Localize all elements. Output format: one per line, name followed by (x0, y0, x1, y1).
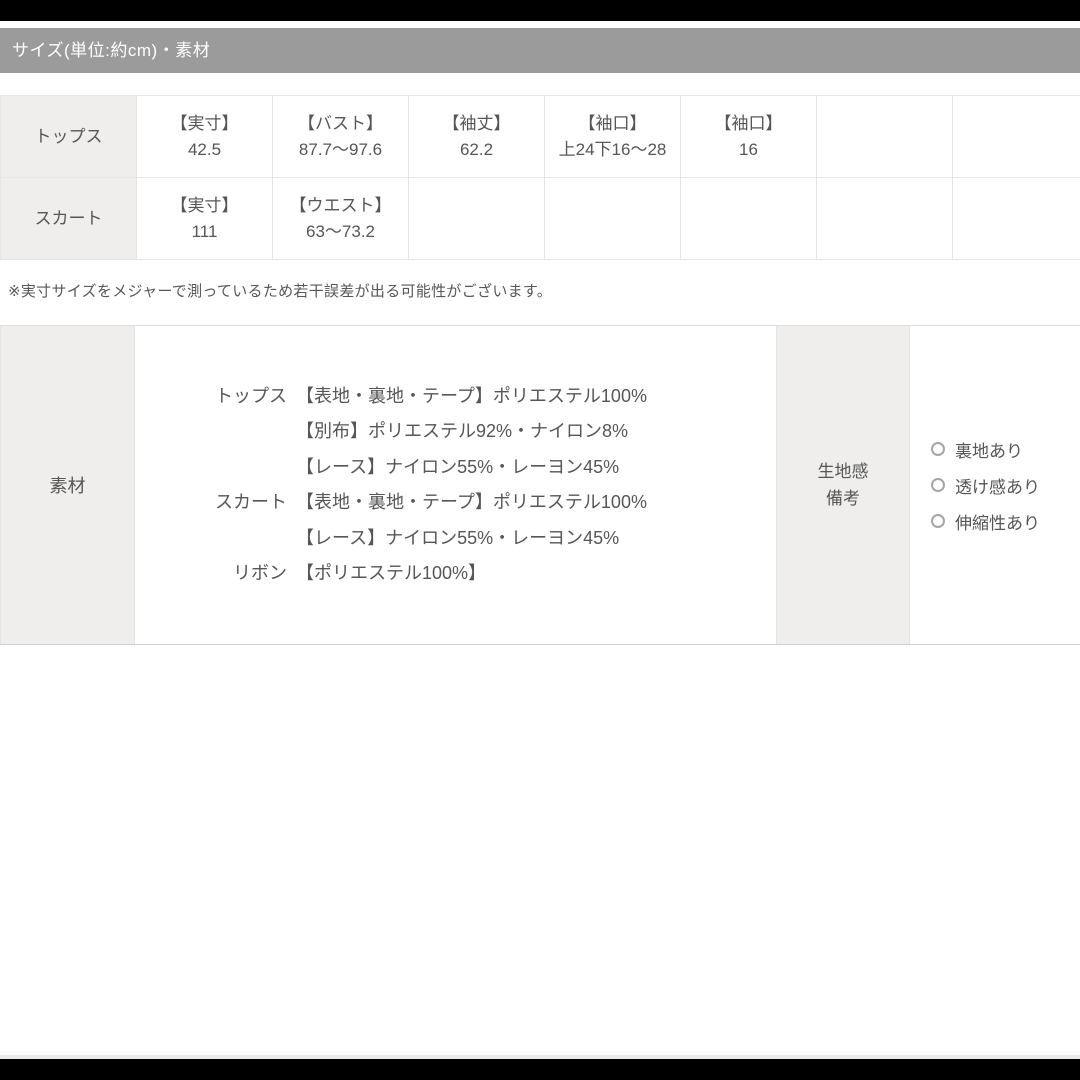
circle-outline-icon (931, 478, 945, 492)
size-cell-jissun: 【実寸】 42.5 (137, 96, 273, 178)
list-item-sheerness: 透け感あり (931, 467, 1080, 503)
size-cell-value: 16 (681, 137, 816, 163)
material-line-label (135, 450, 287, 486)
fabric-note-text: 透け感あり (955, 473, 1040, 498)
size-cell-cuff-1: 【袖口】 上24下16〜28 (545, 96, 681, 178)
size-cell-value: 上24下16〜28 (545, 137, 680, 163)
fabric-notes-list: 裏地あり 透け感あり 伸縮性あり (910, 326, 1080, 644)
fabric-notes-header: 生地感 備考 (777, 326, 910, 644)
material-lines: トップス 【表地・裏地・テープ】ポリエステル100% 【別布】ポリエステル92%… (135, 379, 776, 592)
size-cell-sleeve-length: 【袖丈】 62.2 (409, 96, 545, 178)
list-item-lining: 裏地あり (931, 431, 1080, 467)
size-row-header-tops: トップス (1, 96, 137, 178)
size-cell-empty (409, 178, 545, 260)
size-cell-empty (817, 178, 953, 260)
material-line-detail: 【別布】ポリエステル92%・ナイロン8% (296, 414, 776, 450)
material-line-detail: 【ポリエステル100%】 (296, 556, 776, 592)
material-line-label: トップス (135, 379, 287, 415)
size-cell-bust: 【バスト】 87.7〜97.6 (273, 96, 409, 178)
material-content-cell: トップス 【表地・裏地・テープ】ポリエステル100% 【別布】ポリエステル92%… (135, 326, 777, 644)
table-row-skirt: スカート 【実寸】 111 【ウエスト】 63〜73.2 (1, 178, 1080, 260)
size-cell-label: 【袖口】 (681, 111, 816, 137)
size-cell-empty (545, 178, 681, 260)
fabric-note-text: 裏地あり (955, 437, 1023, 462)
size-cell-empty (817, 96, 953, 178)
size-cell-empty (681, 178, 817, 260)
size-cell-value: 62.2 (409, 137, 544, 163)
fabric-notes-header-line2: 備考 (826, 485, 860, 512)
material-line-detail: 【表地・裏地・テープ】ポリエステル100% (296, 379, 776, 415)
size-row-header-skirt: スカート (1, 178, 137, 260)
size-cell-value: 63〜73.2 (273, 219, 408, 245)
size-table: トップス 【実寸】 42.5 【バスト】 87.7〜97.6 【袖丈】 62.2… (0, 95, 1080, 260)
size-cell-cuff-2: 【袖口】 16 (681, 96, 817, 178)
bottom-letterbox-bar (0, 1059, 1080, 1080)
fabric-notes-header-line1: 生地感 (818, 458, 869, 485)
material-line-detail: 【レース】ナイロン55%・レーヨン45% (296, 521, 776, 557)
size-cell-waist: 【ウエスト】 63〜73.2 (273, 178, 409, 260)
circle-outline-icon (931, 442, 945, 456)
table-row-tops: トップス 【実寸】 42.5 【バスト】 87.7〜97.6 【袖丈】 62.2… (1, 96, 1080, 178)
top-letterbox-bar (0, 0, 1080, 21)
material-line-label (135, 521, 287, 557)
size-cell-label: 【ウエスト】 (273, 193, 408, 219)
material-row-header: 素材 (0, 326, 135, 644)
section-title: サイズ(単位:約cm)・素材 (12, 41, 210, 60)
material-line-detail: 【表地・裏地・テープ】ポリエステル100% (296, 485, 776, 521)
size-cell-label: 【実寸】 (137, 193, 272, 219)
size-cell-value: 42.5 (137, 137, 272, 163)
circle-outline-icon (931, 514, 945, 528)
size-cell-empty (953, 96, 1080, 178)
fabric-note-text: 伸縮性あり (955, 509, 1040, 534)
size-cell-label: 【実寸】 (137, 111, 272, 137)
section-title-bar: サイズ(単位:約cm)・素材 (0, 28, 1080, 73)
size-cell-jissun: 【実寸】 111 (137, 178, 273, 260)
size-cell-empty (953, 178, 1080, 260)
material-line-label (135, 414, 287, 450)
size-cell-label: 【袖丈】 (409, 111, 544, 137)
material-line-label: スカート (135, 485, 287, 521)
material-line-detail: 【レース】ナイロン55%・レーヨン45% (296, 450, 776, 486)
list-item-stretch: 伸縮性あり (931, 503, 1080, 539)
size-cell-label: 【袖口】 (545, 111, 680, 137)
material-line-label: リボン (135, 556, 287, 592)
size-cell-value: 87.7〜97.6 (273, 137, 408, 163)
size-cell-label: 【バスト】 (273, 111, 408, 137)
measurement-disclaimer: ※実寸サイズをメジャーで測っているため若干誤差が出る可能性がございます。 (8, 280, 552, 301)
size-cell-value: 111 (137, 219, 272, 245)
material-table: 素材 トップス 【表地・裏地・テープ】ポリエステル100% 【別布】ポリエステル… (0, 325, 1080, 645)
